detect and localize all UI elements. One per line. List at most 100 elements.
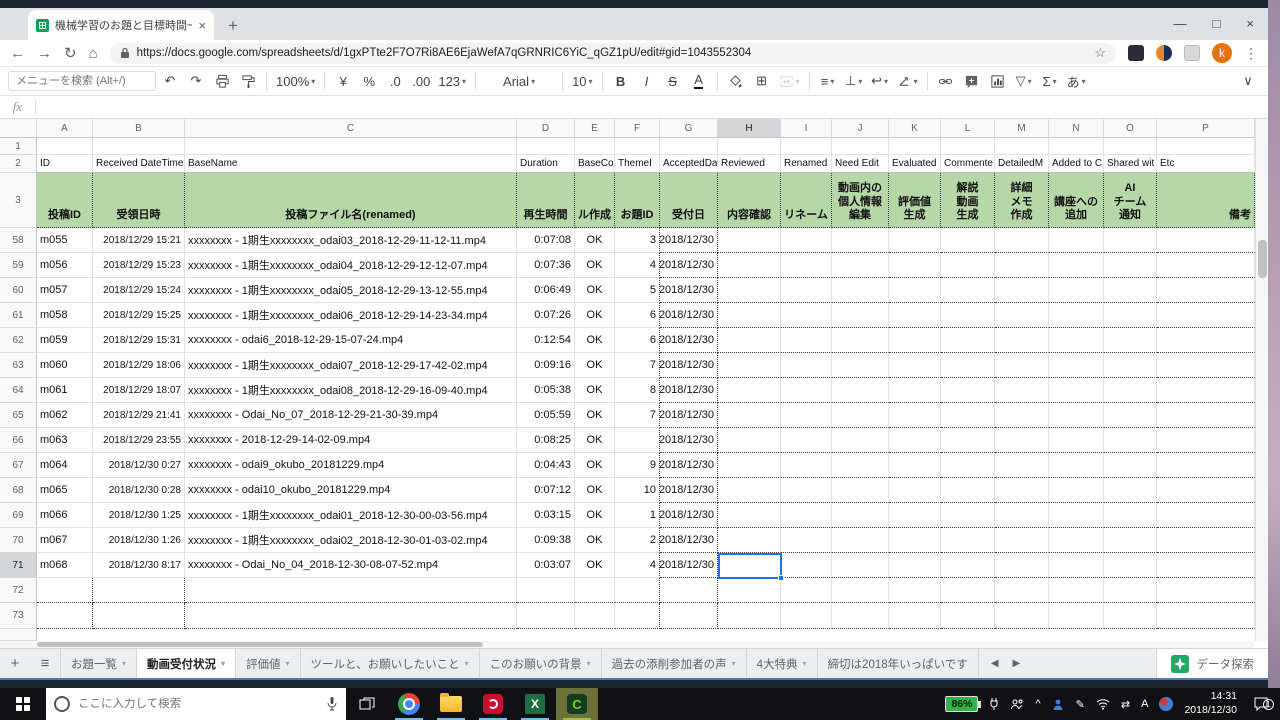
sheet-tab-8[interactable]: 締切は2018年いっぱいです: [818, 649, 979, 678]
column-header-D[interactable]: D: [517, 119, 575, 138]
cell-P73[interactable]: [1157, 603, 1255, 629]
cell-H72[interactable]: [718, 578, 781, 603]
cell-N65[interactable]: [1049, 403, 1104, 428]
cell-K59[interactable]: [889, 253, 941, 278]
taskbar-clock[interactable]: 14:31 2018/12/30: [1184, 690, 1237, 717]
cell-M69[interactable]: [995, 503, 1049, 528]
cell-D72[interactable]: [517, 578, 575, 603]
cell-L58[interactable]: [941, 228, 995, 253]
green-header-cell[interactable]: 講座への 追加: [1049, 173, 1104, 228]
cell[interactable]: [832, 138, 889, 155]
cell-N72[interactable]: [1049, 578, 1104, 603]
cell-M65[interactable]: [995, 403, 1049, 428]
cell-N66[interactable]: [1049, 428, 1104, 453]
insert-link-icon[interactable]: [934, 69, 958, 93]
sheet-tab-6[interactable]: 過去の添削参加者の声 ▾: [602, 649, 747, 678]
column-header-M[interactable]: M: [995, 119, 1049, 138]
cell-A65[interactable]: m062: [37, 403, 93, 428]
cell-F65[interactable]: 7: [615, 403, 660, 428]
cell-G62[interactable]: 2018/12/30: [660, 328, 718, 353]
cell-P61[interactable]: [1157, 303, 1255, 328]
cell-E71[interactable]: OK: [575, 553, 615, 578]
cell-H64[interactable]: [718, 378, 781, 403]
header-cell[interactable]: ThemeI: [615, 155, 660, 173]
cell-G63[interactable]: 2018/12/30: [660, 353, 718, 378]
extension-icon-3[interactable]: [1184, 45, 1200, 61]
cell-H62[interactable]: [718, 328, 781, 353]
cell-H67[interactable]: [718, 453, 781, 478]
cell-F66[interactable]: [615, 428, 660, 453]
cell-N58[interactable]: [1049, 228, 1104, 253]
cell-F73[interactable]: [615, 603, 660, 629]
cell-G58[interactable]: 2018/12/30: [660, 228, 718, 253]
column-header-A[interactable]: A: [37, 119, 93, 138]
cell-C63[interactable]: xxxxxxxx - 1期生xxxxxxxx_odai07_2018-12-29…: [185, 353, 517, 378]
cell-F72[interactable]: [615, 578, 660, 603]
cell-M58[interactable]: [995, 228, 1049, 253]
cell-I72[interactable]: [781, 578, 832, 603]
browser-tab[interactable]: 機械学習のお題と目標時間一覧 ×: [28, 10, 214, 40]
cell-E65[interactable]: OK: [575, 403, 615, 428]
cell-A72[interactable]: [37, 578, 93, 603]
cell-J72[interactable]: [832, 578, 889, 603]
cell-N68[interactable]: [1049, 478, 1104, 503]
cell-I65[interactable]: [781, 403, 832, 428]
cell-A58[interactable]: m055: [37, 228, 93, 253]
cell-D68[interactable]: 0:07:12: [517, 478, 575, 503]
cell-J67[interactable]: [832, 453, 889, 478]
header-cell[interactable]: Added to C: [1049, 155, 1104, 173]
fill-handle[interactable]: [778, 575, 784, 581]
cell-B59[interactable]: 2018/12/29 15:23: [93, 253, 185, 278]
cell-I64[interactable]: [781, 378, 832, 403]
cell-J65[interactable]: [832, 403, 889, 428]
cell-K67[interactable]: [889, 453, 941, 478]
cell-M64[interactable]: [995, 378, 1049, 403]
prev-sheets-icon[interactable]: ◀: [991, 658, 999, 669]
cell-I61[interactable]: [781, 303, 832, 328]
filter-icon[interactable]: ▽ ▾: [1012, 69, 1036, 93]
row-header-70[interactable]: 70: [0, 528, 37, 553]
cell-A73[interactable]: [37, 603, 93, 629]
cell-C67[interactable]: xxxxxxxx - odai9_okubo_20181229.mp4: [185, 453, 517, 478]
horizontal-scrollbar[interactable]: [0, 641, 1255, 648]
cell-J73[interactable]: [832, 603, 889, 629]
cell-C73[interactable]: [185, 603, 517, 629]
cell-K69[interactable]: [889, 503, 941, 528]
cell-K64[interactable]: [889, 378, 941, 403]
cell-P63[interactable]: [1157, 353, 1255, 378]
cell-O62[interactable]: [1104, 328, 1157, 353]
cell-M60[interactable]: [995, 278, 1049, 303]
cell[interactable]: [718, 138, 781, 155]
cell-L73[interactable]: [941, 603, 995, 629]
notification-center-button[interactable]: 1: [1248, 696, 1274, 712]
cell-O65[interactable]: [1104, 403, 1157, 428]
cell-G59[interactable]: 2018/12/30: [660, 253, 718, 278]
cell-I71[interactable]: [781, 553, 832, 578]
cell-F70[interactable]: 2: [615, 528, 660, 553]
minimize-button[interactable]: —: [1174, 16, 1187, 31]
cell-J64[interactable]: [832, 378, 889, 403]
fill-color-icon[interactable]: [724, 69, 748, 93]
cell-D62[interactable]: 0:12:54: [517, 328, 575, 353]
cell-M66[interactable]: [995, 428, 1049, 453]
horizontal-align-icon[interactable]: ≡ ▾: [816, 69, 840, 93]
cell-C65[interactable]: xxxxxxxx - Odai_No_07_2018-12-29-21-30-3…: [185, 403, 517, 428]
cell-P62[interactable]: [1157, 328, 1255, 353]
row-header-69[interactable]: 69: [0, 503, 37, 528]
sheet-tab-1[interactable]: お題一覧 ▾: [60, 649, 138, 678]
cell-M67[interactable]: [995, 453, 1049, 478]
vertical-scrollbar[interactable]: [1255, 119, 1268, 641]
cell-I58[interactable]: [781, 228, 832, 253]
cell-F71[interactable]: 4: [615, 553, 660, 578]
cell-A59[interactable]: m056: [37, 253, 93, 278]
cell-B58[interactable]: 2018/12/29 15:21: [93, 228, 185, 253]
row-header-61[interactable]: 61: [0, 303, 37, 328]
cell-E72[interactable]: [575, 578, 615, 603]
header-cell[interactable]: AcceptedDa: [660, 155, 718, 173]
bold-button[interactable]: B: [609, 69, 633, 93]
cell-A69[interactable]: m066: [37, 503, 93, 528]
cell-P68[interactable]: [1157, 478, 1255, 503]
cell-O73[interactable]: [1104, 603, 1157, 629]
cell-C68[interactable]: xxxxxxxx - odai10_okubo_20181229.mp4: [185, 478, 517, 503]
row-header-73[interactable]: 73: [0, 603, 37, 629]
